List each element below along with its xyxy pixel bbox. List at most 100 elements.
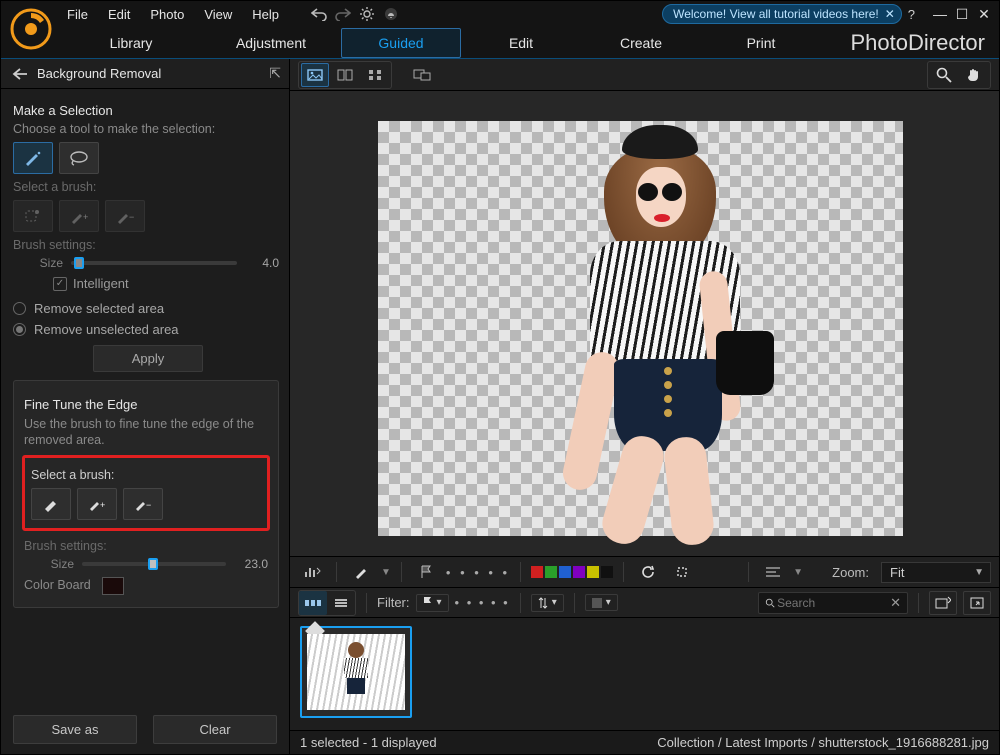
- popout-icon[interactable]: ⇱: [269, 65, 281, 82]
- close-icon[interactable]: ✕: [885, 7, 895, 21]
- zoom-label: Zoom:: [832, 565, 869, 580]
- brand-label: PhotoDirector: [850, 30, 985, 56]
- fine-tune-section: Fine Tune the Edge Use the brush to fine…: [13, 380, 279, 608]
- brush-settings-label-2: Brush settings:: [24, 539, 268, 553]
- back-icon[interactable]: [9, 63, 31, 85]
- menu-view[interactable]: View: [194, 4, 242, 25]
- tab-create[interactable]: Create: [581, 29, 701, 57]
- single-view-icon[interactable]: [301, 63, 329, 87]
- lasso-tool[interactable]: [59, 142, 99, 174]
- help-icon[interactable]: ?: [908, 7, 915, 22]
- tab-library[interactable]: Library: [61, 29, 201, 57]
- radio-remove-selected[interactable]: [13, 302, 26, 315]
- mode-bar: Library Adjustment Guided Edit Create Pr…: [1, 27, 999, 59]
- status-count: 1 selected - 1 displayed: [300, 735, 437, 750]
- size-value-1: 4.0: [245, 256, 279, 270]
- sort-dropdown[interactable]: ▾: [531, 594, 564, 612]
- color-swatches[interactable]: [531, 566, 613, 578]
- undo-icon[interactable]: [307, 3, 331, 25]
- select-brush-label-1: Select a brush:: [13, 180, 279, 194]
- app-logo: [9, 7, 53, 51]
- chevron-down-icon: ▼: [974, 567, 984, 578]
- menu-photo[interactable]: Photo: [140, 4, 194, 25]
- filter-flag-dropdown[interactable]: ▾: [416, 594, 449, 612]
- smart-brush-tool[interactable]: [13, 142, 53, 174]
- rotate-icon[interactable]: [634, 560, 662, 584]
- secondary-monitor-icon[interactable]: [408, 63, 436, 87]
- intelligent-checkbox[interactable]: ✓: [53, 277, 67, 291]
- panel-title: Background Removal: [37, 66, 161, 81]
- radio-remove-unselected[interactable]: [13, 323, 26, 336]
- brush-icon[interactable]: [347, 560, 375, 584]
- zoom-value: Fit: [890, 565, 904, 580]
- welcome-banner[interactable]: Welcome! View all tutorial videos here! …: [662, 4, 902, 24]
- radio-remove-unselected-label: Remove unselected area: [34, 322, 179, 337]
- left-panel: Background Removal ⇱ Make a Selection Ch…: [1, 59, 290, 754]
- zoom-tool-icon[interactable]: [930, 63, 958, 87]
- save-as-button[interactable]: Save as: [13, 715, 137, 744]
- import-icon[interactable]: [929, 591, 957, 615]
- zoom-select[interactable]: Fit ▼: [881, 562, 991, 583]
- svg-text:+: +: [100, 500, 105, 510]
- tab-print[interactable]: Print: [701, 29, 821, 57]
- flag-icon[interactable]: [412, 560, 440, 584]
- menu-help[interactable]: Help: [242, 4, 289, 25]
- remove-edge-brush[interactable]: −: [123, 488, 163, 520]
- maximize-icon[interactable]: ☐: [951, 6, 973, 23]
- align-icon[interactable]: [759, 560, 787, 584]
- section-sub: Choose a tool to make the selection:: [13, 122, 279, 136]
- erase-brush[interactable]: [31, 488, 71, 520]
- add-edge-brush[interactable]: +: [77, 488, 117, 520]
- select-brush-label-2: Select a brush:: [31, 468, 261, 482]
- side-by-side-icon[interactable]: [331, 63, 359, 87]
- pan-tool-icon[interactable]: [960, 63, 988, 87]
- status-bar: 1 selected - 1 displayed Collection / La…: [290, 730, 999, 754]
- color-board-swatch[interactable]: [102, 577, 124, 595]
- svg-text:−: −: [146, 500, 151, 510]
- bell-icon[interactable]: [379, 3, 403, 25]
- highlight-box: Select a brush: + −: [22, 455, 270, 531]
- histogram-icon[interactable]: [298, 560, 326, 584]
- clear-button[interactable]: Clear: [153, 715, 277, 744]
- export-icon[interactable]: [963, 591, 991, 615]
- welcome-text: Welcome! View all tutorial videos here!: [673, 7, 879, 21]
- list-view-icon[interactable]: [327, 591, 355, 615]
- size-label-1: Size: [13, 256, 63, 270]
- gear-icon[interactable]: [355, 3, 379, 25]
- thumbnail[interactable]: [300, 626, 412, 718]
- tab-guided[interactable]: Guided: [341, 28, 461, 58]
- menu-edit[interactable]: Edit: [98, 4, 140, 25]
- tab-adjustment[interactable]: Adjustment: [201, 29, 341, 57]
- menu-file[interactable]: File: [57, 4, 98, 25]
- menu-bar: File Edit Photo View Help Welcome! View …: [1, 1, 999, 27]
- search-input[interactable]: ✕: [758, 592, 908, 614]
- search-field[interactable]: [775, 595, 890, 611]
- canvas-panel: ▼ • • • • • ▼ Zoom: Fit ▼: [290, 59, 999, 754]
- search-icon: [765, 597, 775, 609]
- label-dropdown[interactable]: ▾: [585, 594, 618, 611]
- redo-icon[interactable]: [331, 3, 355, 25]
- size-slider-2[interactable]: [82, 562, 226, 566]
- tab-edit[interactable]: Edit: [461, 29, 581, 57]
- brush-settings-label-1: Brush settings:: [13, 238, 279, 252]
- svg-text:−: −: [129, 212, 134, 222]
- size-label-2: Size: [24, 557, 74, 571]
- svg-text:+: +: [83, 212, 88, 222]
- close-window-icon[interactable]: ✕: [973, 6, 995, 23]
- clear-search-icon[interactable]: ✕: [890, 595, 901, 611]
- radio-remove-selected-label: Remove selected area: [34, 301, 164, 316]
- remove-brush[interactable]: −: [105, 200, 145, 232]
- intelligent-label: Intelligent: [73, 276, 129, 291]
- size-slider-1[interactable]: [71, 261, 237, 265]
- filter-label: Filter:: [377, 595, 410, 610]
- apply-button[interactable]: Apply: [93, 345, 203, 372]
- section-make-selection: Make a Selection: [13, 103, 279, 118]
- auto-select-brush[interactable]: [13, 200, 53, 232]
- add-brush[interactable]: +: [59, 200, 99, 232]
- color-board-label: Color Board: [24, 578, 91, 592]
- crop-icon[interactable]: [668, 560, 696, 584]
- grid-view-icon[interactable]: [361, 63, 389, 87]
- thumb-large-icon[interactable]: [299, 591, 327, 615]
- canvas[interactable]: [290, 91, 999, 556]
- minimize-icon[interactable]: —: [929, 6, 951, 23]
